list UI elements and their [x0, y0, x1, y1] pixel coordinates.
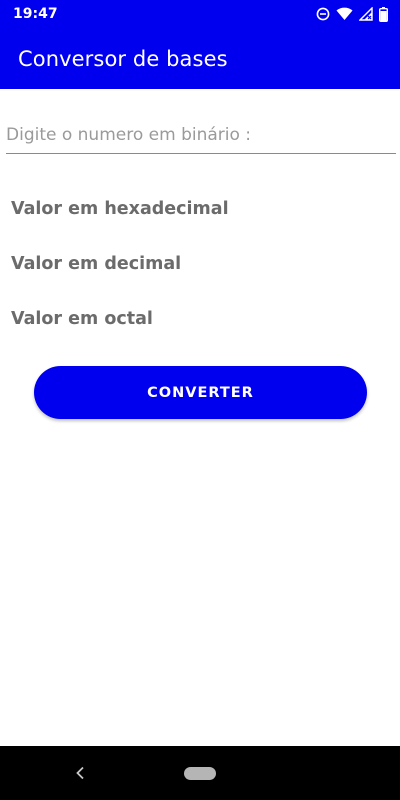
decimal-value-label: Valor em decimal — [11, 254, 182, 274]
status-time: 19:47 — [13, 6, 58, 22]
status-icons — [316, 6, 388, 22]
home-pill-icon[interactable] — [184, 766, 216, 780]
hexadecimal-value-label: Valor em hexadecimal — [11, 199, 229, 219]
do-not-disturb-icon — [316, 7, 330, 21]
app-bar: Conversor de bases — [0, 28, 400, 89]
navigation-bar — [0, 746, 400, 800]
battery-icon — [379, 6, 388, 22]
binary-input-field[interactable] — [6, 118, 396, 154]
binary-input[interactable] — [6, 118, 396, 152]
wifi-icon — [336, 7, 353, 21]
signal-icon — [359, 7, 373, 21]
status-bar: 19:47 — [0, 0, 400, 28]
convert-button[interactable]: CONVERTER — [34, 366, 367, 419]
app-title: Conversor de bases — [18, 46, 228, 71]
back-icon[interactable] — [73, 764, 87, 782]
octal-value-label: Valor em octal — [11, 309, 153, 329]
